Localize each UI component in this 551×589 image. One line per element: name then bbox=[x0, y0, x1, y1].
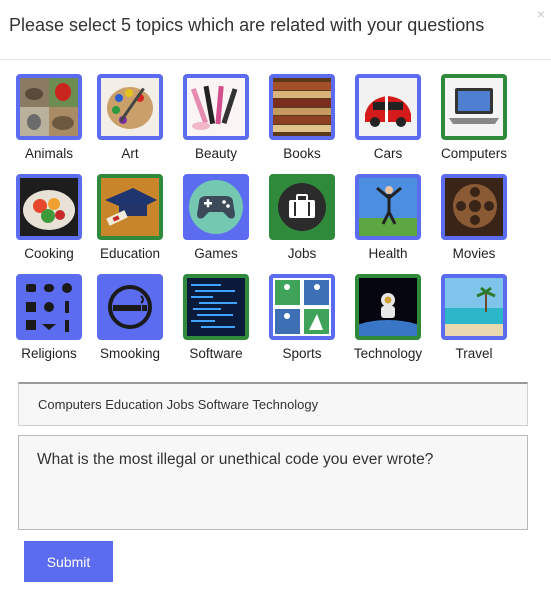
topic-tile-animals[interactable]: Animals bbox=[7, 74, 91, 161]
submit-button[interactable]: Submit bbox=[24, 541, 113, 582]
briefcase-icon bbox=[269, 174, 335, 240]
topic-tile-books[interactable]: Books bbox=[260, 74, 344, 161]
topic-select-dialog: Please select 5 topics which are related… bbox=[0, 0, 551, 589]
gamepad-icon bbox=[183, 174, 249, 240]
topic-label: Movies bbox=[452, 246, 496, 261]
topic-tile-travel[interactable]: Travel bbox=[432, 274, 516, 361]
topic-row: Religions Smooking Software Sports Techn… bbox=[10, 274, 530, 374]
topic-tile-education[interactable]: Education bbox=[88, 174, 172, 261]
topic-label: Jobs bbox=[287, 246, 317, 261]
topic-label: Religions bbox=[21, 346, 77, 361]
topic-tile-smooking[interactable]: Smooking bbox=[88, 274, 172, 361]
topic-tile-computers[interactable]: Computers bbox=[432, 74, 516, 161]
code-screen-icon bbox=[183, 274, 249, 340]
dialog-header: Please select 5 topics which are related… bbox=[0, 0, 551, 60]
food-plate-icon bbox=[16, 174, 82, 240]
beach-resort-icon bbox=[441, 274, 507, 340]
topic-label: Travel bbox=[455, 346, 493, 361]
topic-label: Smooking bbox=[99, 346, 161, 361]
topic-tile-religions[interactable]: Religions bbox=[7, 274, 91, 361]
topic-label: Animals bbox=[24, 146, 73, 161]
red-car-icon bbox=[355, 74, 421, 140]
topic-label: Art bbox=[121, 146, 139, 161]
topic-grid: Animals Art Beauty Books Cars Computers … bbox=[10, 74, 530, 374]
paint-palette-icon bbox=[97, 74, 163, 140]
topic-label: Computers bbox=[440, 146, 508, 161]
topic-label: Books bbox=[283, 146, 321, 161]
graduation-cap-icon bbox=[97, 174, 163, 240]
topic-tile-cars[interactable]: Cars bbox=[346, 74, 430, 161]
makeup-brushes-icon bbox=[183, 74, 249, 140]
topic-tile-beauty[interactable]: Beauty bbox=[174, 74, 258, 161]
topic-tile-art[interactable]: Art bbox=[88, 74, 172, 161]
topic-label: Cooking bbox=[24, 246, 74, 261]
topic-tile-jobs[interactable]: Jobs bbox=[260, 174, 344, 261]
cigarette-icon bbox=[97, 274, 163, 340]
topic-label: Sports bbox=[282, 346, 322, 361]
topic-row: Animals Art Beauty Books Cars Computers bbox=[10, 74, 530, 174]
topic-label: Cars bbox=[373, 146, 403, 161]
topic-label: Technology bbox=[353, 346, 423, 361]
dialog-title: Please select 5 topics which are related… bbox=[9, 15, 485, 35]
close-icon[interactable]: × bbox=[537, 7, 545, 21]
topic-tile-games[interactable]: Games bbox=[174, 174, 258, 261]
topic-label: Software bbox=[189, 346, 243, 361]
topic-row: Cooking Education Games Jobs Health Movi… bbox=[10, 174, 530, 274]
topic-label: Beauty bbox=[194, 146, 238, 161]
astronaut-icon bbox=[355, 274, 421, 340]
topic-tile-software[interactable]: Software bbox=[174, 274, 258, 361]
topic-tile-movies[interactable]: Movies bbox=[432, 174, 516, 261]
animals-collage-icon bbox=[16, 74, 82, 140]
books-stack-icon bbox=[269, 74, 335, 140]
topic-label: Health bbox=[368, 246, 408, 261]
topic-tile-technology[interactable]: Technology bbox=[346, 274, 430, 361]
religious-symbols-icon bbox=[16, 274, 82, 340]
topic-tile-sports[interactable]: Sports bbox=[260, 274, 344, 361]
question-textarea[interactable]: What is the most illegal or unethical co… bbox=[18, 435, 528, 530]
topic-label: Games bbox=[194, 246, 238, 261]
sports-pictograms-icon bbox=[269, 274, 335, 340]
topic-label: Education bbox=[99, 246, 161, 261]
yoga-pose-icon bbox=[355, 174, 421, 240]
film-reel-icon bbox=[441, 174, 507, 240]
topic-tile-health[interactable]: Health bbox=[346, 174, 430, 261]
topic-tile-cooking[interactable]: Cooking bbox=[7, 174, 91, 261]
laptop-icon bbox=[441, 74, 507, 140]
selected-topics-field[interactable]: Computers Education Jobs Software Techno… bbox=[18, 382, 528, 426]
